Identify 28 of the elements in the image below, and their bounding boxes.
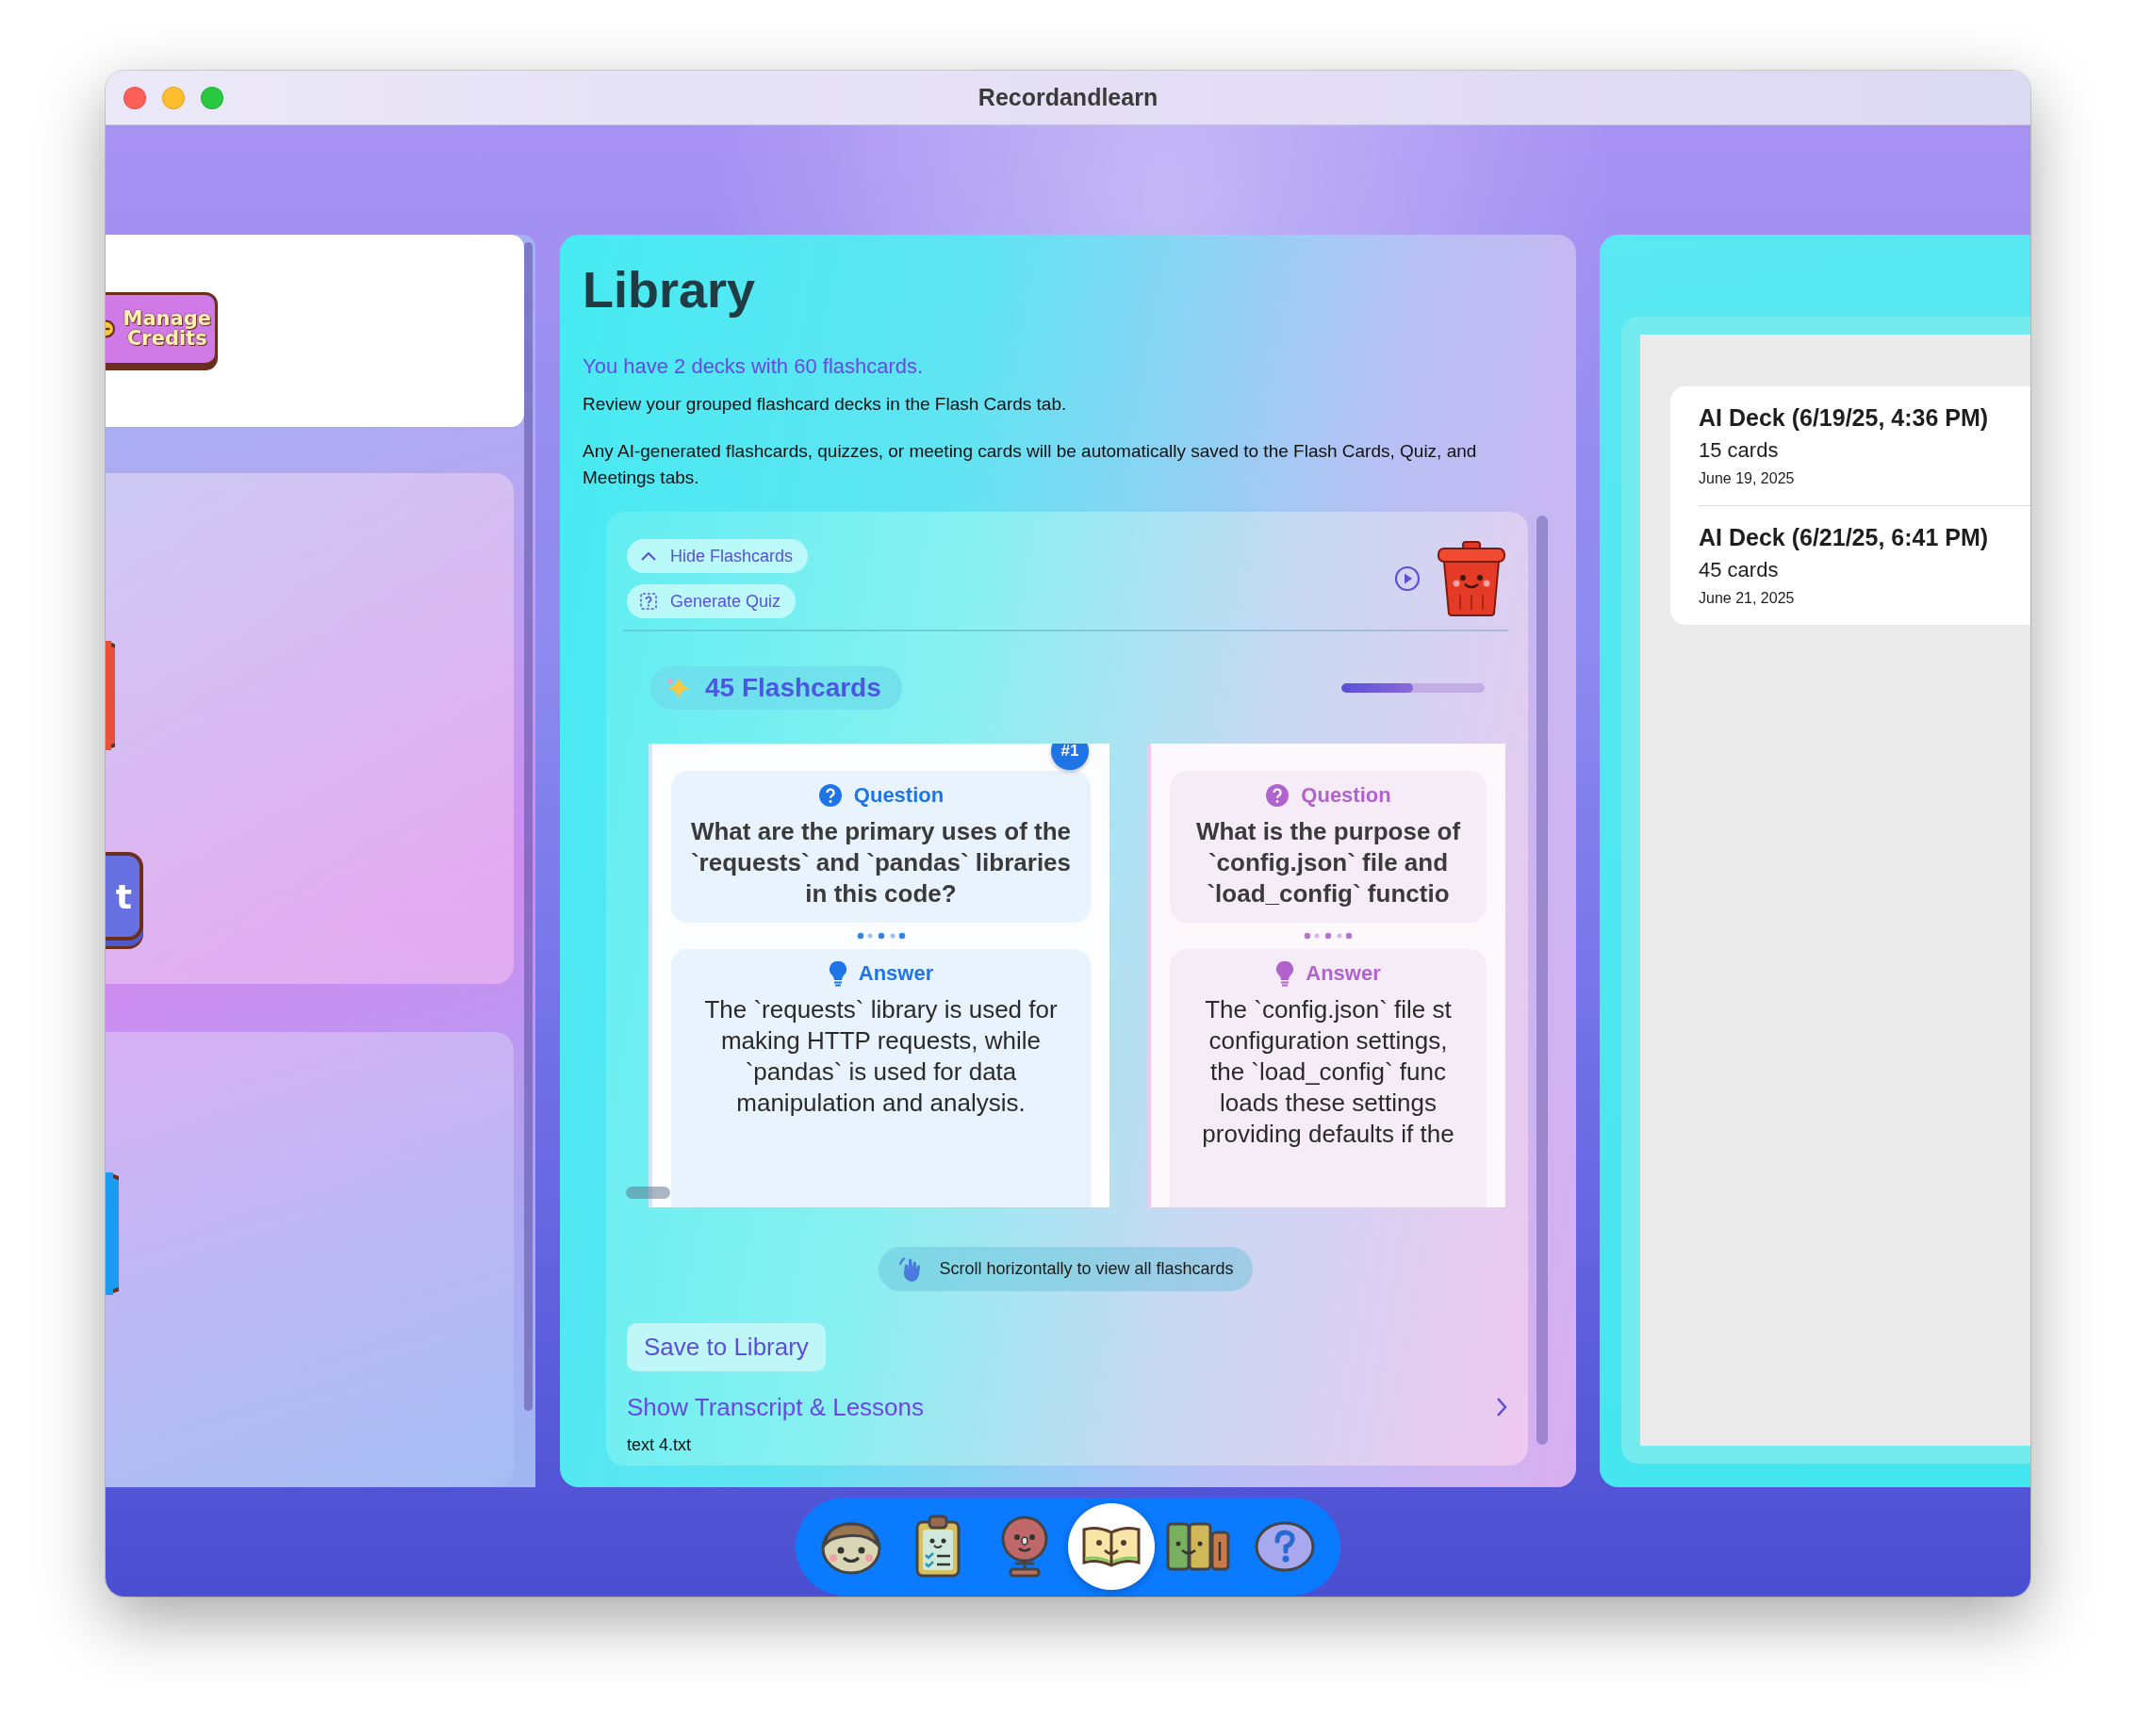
file-name: text 4.txt: [627, 1434, 693, 1456]
deck-item[interactable]: AI Deck (6/19/25, 4:36 PM) 15 cards June 19, 2025: [1699, 386, 2030, 505]
deck-title: AI Deck (6/21/25, 6:41 PM): [1699, 523, 1990, 552]
deck-item[interactable]: AI Deck (6/21/25, 6:41 PM) 45 cards June 21, 2025: [1699, 505, 2030, 625]
card-count: 45 cards: [1699, 557, 1780, 583]
transcript-link[interactable]: Show Transcript & Lessons: [627, 1390, 1508, 1424]
deck-date: June 19, 2025: [1699, 469, 1796, 488]
answer-text: The `requests` library is used for making HTTP requests, while `pandas` is used for data manipulation and analysis.: [703, 994, 1059, 1119]
generate-quiz-button[interactable]: Generate Quiz: [627, 584, 797, 618]
page-title: Library: [583, 261, 757, 318]
flashcard-count: 45 Flashcards: [705, 673, 881, 703]
question-label: Question: [1301, 783, 1391, 808]
question-text: What are the primary uses of the `requests` and `pandas` libraries in this code?: [689, 816, 1073, 909]
deck-title: AI Deck (6/19/25, 4:36 PM): [1699, 403, 1990, 433]
hint-text: Scroll horizontally to view all flashcards: [939, 1259, 1234, 1279]
hide-flashcards-button[interactable]: Hide Flashcards: [627, 539, 809, 573]
deck-date: June 21, 2025: [1699, 589, 1796, 608]
info-text: Any AI-generated flashcards, quizzes, or meeting cards will be automatically saved to the Flash Cards, Quiz, and Meetings tabs.: [583, 440, 1478, 489]
answer-label: Answer: [1306, 961, 1381, 986]
answer-text: The `config.json` file st configuration settings, the `load_config` func loads these settings providing defaults if the: [1202, 994, 1454, 1150]
window-title: Recordandlearn: [978, 84, 1158, 111]
save-button[interactable]: Save to Library: [627, 1323, 826, 1371]
question-text: What is the purpose of `config.json` file and `load_config` functio: [1195, 816, 1461, 909]
info-text: Review your grouped flashcard decks in the Flash Cards tab.: [583, 393, 1068, 416]
answer-label: Answer: [858, 961, 934, 986]
deck-summary: You have 2 decks with 60 flashcards.: [583, 353, 925, 380]
question-label: Question: [853, 783, 945, 808]
card-count: 15 cards: [1699, 437, 1780, 464]
